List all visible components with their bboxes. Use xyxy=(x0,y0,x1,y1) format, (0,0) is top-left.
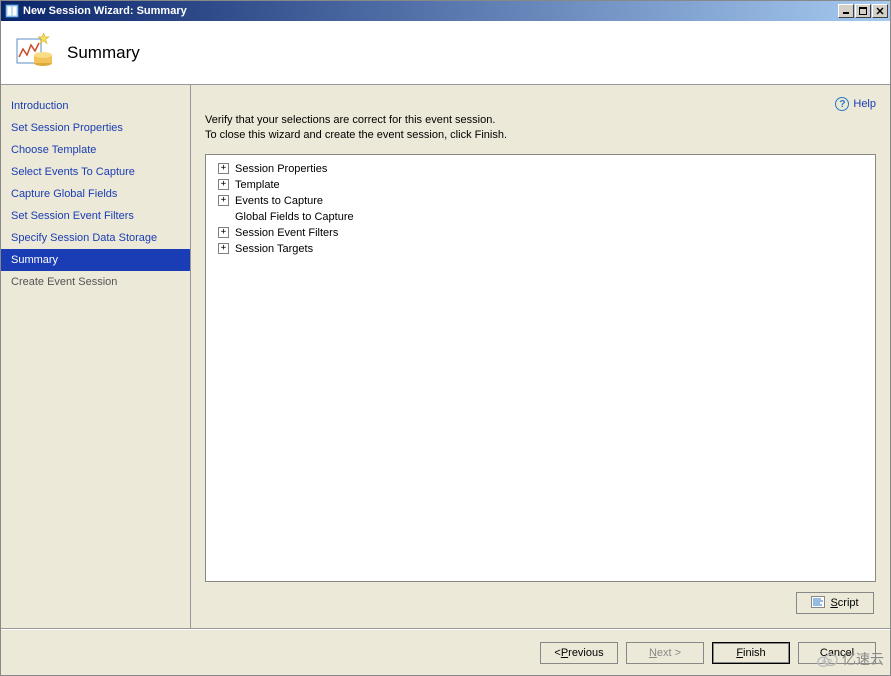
tree-node-global-fields-to-capture[interactable]: Global Fields to Capture xyxy=(214,209,867,225)
script-button[interactable]: Script xyxy=(796,592,874,614)
tree-node-label: Template xyxy=(233,179,280,191)
tree-node-session-properties[interactable]: + Session Properties xyxy=(214,161,867,177)
sidebar-item-select-events-to-capture[interactable]: Select Events To Capture xyxy=(1,161,190,183)
tree-node-label: Session Properties xyxy=(233,163,327,175)
sidebar-item-capture-global-fields[interactable]: Capture Global Fields xyxy=(1,183,190,205)
content: ? Help Verify that your selections are c… xyxy=(191,85,890,628)
close-button[interactable] xyxy=(872,4,888,18)
maximize-button[interactable] xyxy=(855,4,871,18)
tree-node-session-targets[interactable]: + Session Targets xyxy=(214,241,867,257)
next-button: Next > xyxy=(626,642,704,664)
tree-node-label: Events to Capture xyxy=(233,195,323,207)
help-link[interactable]: ? Help xyxy=(835,97,876,111)
help-row: ? Help xyxy=(205,97,876,111)
summary-icon xyxy=(15,33,55,73)
page-title: Summary xyxy=(67,43,140,63)
tree-node-label: Session Event Filters xyxy=(233,227,338,239)
sidebar-item-introduction[interactable]: Introduction xyxy=(1,95,190,117)
header: Summary xyxy=(1,21,890,85)
script-label-rest: cript xyxy=(838,597,859,609)
expand-icon[interactable]: + xyxy=(218,179,229,190)
sidebar-item-choose-template[interactable]: Choose Template xyxy=(1,139,190,161)
instructions: Verify that your selections are correct … xyxy=(205,113,876,144)
next-key: N xyxy=(649,647,657,659)
tree-node-session-event-filters[interactable]: + Session Event Filters xyxy=(214,225,867,241)
next-rest: ext > xyxy=(657,647,681,659)
previous-rest: revious xyxy=(568,647,603,659)
previous-button[interactable]: < Previous xyxy=(540,642,618,664)
expand-icon[interactable]: + xyxy=(218,163,229,174)
finish-rest: inish xyxy=(743,647,766,659)
sidebar: Introduction Set Session Properties Choo… xyxy=(1,85,191,628)
help-icon: ? xyxy=(835,97,849,111)
window-title: New Session Wizard: Summary xyxy=(23,5,838,17)
finish-button[interactable]: Finish xyxy=(712,642,790,664)
window-controls xyxy=(838,4,888,18)
finish-key: F xyxy=(736,647,743,659)
sidebar-item-set-session-properties[interactable]: Set Session Properties xyxy=(1,117,190,139)
tree-node-label: Session Targets xyxy=(233,243,313,255)
expand-icon[interactable]: + xyxy=(218,195,229,206)
script-row: Script xyxy=(205,582,876,618)
cancel-button[interactable]: Cancel xyxy=(798,642,876,664)
wizard-window: New Session Wizard: Summary Summary Intr… xyxy=(0,0,891,676)
tree-node-events-to-capture[interactable]: + Events to Capture xyxy=(214,193,867,209)
footer: < Previous Next > Finish Cancel xyxy=(1,629,890,675)
sidebar-item-create-event-session: Create Event Session xyxy=(1,271,190,293)
instructions-line2: To close this wizard and create the even… xyxy=(205,128,876,143)
instructions-line1: Verify that your selections are correct … xyxy=(205,113,876,128)
previous-key: P xyxy=(561,647,568,659)
expand-icon[interactable]: + xyxy=(218,243,229,254)
help-label: Help xyxy=(853,98,876,110)
minimize-button[interactable] xyxy=(838,4,854,18)
body: Introduction Set Session Properties Choo… xyxy=(1,85,890,629)
app-icon xyxy=(5,4,19,18)
script-icon xyxy=(811,596,825,611)
tree-node-template[interactable]: + Template xyxy=(214,177,867,193)
summary-tree[interactable]: + Session Properties + Template + Events… xyxy=(205,154,876,582)
sidebar-item-summary[interactable]: Summary xyxy=(1,249,190,271)
tree-node-label: Global Fields to Capture xyxy=(233,211,354,223)
sidebar-item-specify-session-data-storage[interactable]: Specify Session Data Storage xyxy=(1,227,190,249)
expand-icon[interactable]: + xyxy=(218,227,229,238)
sidebar-item-set-session-event-filters[interactable]: Set Session Event Filters xyxy=(1,205,190,227)
titlebar: New Session Wizard: Summary xyxy=(1,1,890,21)
script-key: S xyxy=(830,597,837,609)
